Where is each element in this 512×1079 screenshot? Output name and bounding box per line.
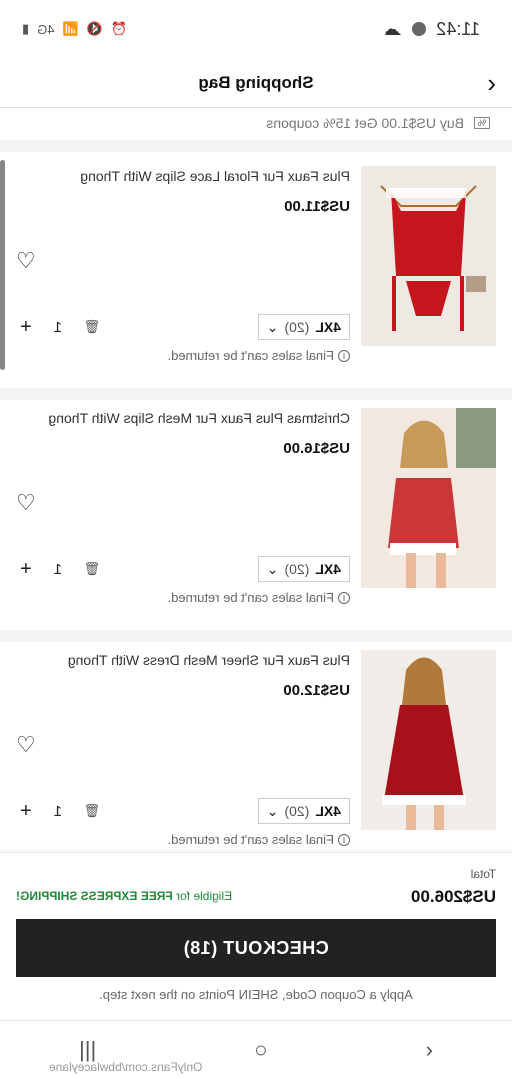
divider <box>0 630 512 642</box>
cart-item: Plus Faux Fur Floral Lace Slips With Tho… <box>0 158 512 388</box>
quantity-stepper: 🗑 1 + <box>20 316 101 339</box>
item-info: Plus Faux Fur Sheer Mesh Dress With Thon… <box>20 652 350 699</box>
total-label: Total <box>470 867 496 881</box>
quantity-value: 1 <box>53 560 63 578</box>
back-nav-icon[interactable]: ‹ <box>426 1037 433 1063</box>
product-image[interactable] <box>361 408 496 588</box>
final-sale-text: Final sales can't be returned. <box>167 832 334 847</box>
status-time: 11:42 <box>436 18 480 39</box>
item-controls: 4XL (20) ⌄ 🗑 1 + <box>20 556 350 582</box>
back-chevron-icon[interactable]: ‹ <box>487 68 496 99</box>
increment-button[interactable]: + <box>20 800 32 823</box>
size-value: 4XL <box>315 803 341 819</box>
edge-panel-handle[interactable] <box>0 160 5 370</box>
mute-icon: 🔇 <box>86 21 103 36</box>
quantity-value: 1 <box>53 802 63 820</box>
info-icon: i <box>338 833 350 846</box>
divider <box>0 388 512 400</box>
watermark: OnlyFans.com/bbwlaceylane <box>48 1060 202 1074</box>
size-count: (20) <box>284 319 310 335</box>
info-icon: i <box>338 591 350 604</box>
status-bar: 11:42 ☁ ⏰ 🔇 📶 4G ▮ <box>0 0 512 58</box>
cart-item: Christmas Plus Faux Fur Mesh Slips With … <box>0 400 512 630</box>
page-header: ‹ Shopping Bag <box>0 58 512 108</box>
item-price: US$11.00 <box>284 198 350 215</box>
size-select[interactable]: 4XL (20) ⌄ <box>257 314 350 340</box>
network-type: 4G <box>37 21 55 37</box>
chevron-down-icon: ⌄ <box>266 802 279 819</box>
trash-icon[interactable]: 🗑 <box>84 319 101 335</box>
final-sale-text: Final sales can't be returned. <box>167 590 334 605</box>
item-info: Plus Faux Fur Floral Lace Slips With Tho… <box>20 168 350 215</box>
final-sale-note: i Final sales can't be returned. <box>167 590 350 605</box>
size-value: 4XL <box>315 319 341 335</box>
info-icon: i <box>338 349 350 362</box>
wishlist-heart-icon[interactable]: ♡ <box>16 248 36 274</box>
final-sale-note: i Final sales can't be returned. <box>167 348 350 363</box>
page-title: Shopping Bag <box>198 72 314 92</box>
checkout-button[interactable]: CHECKOUT (18) <box>16 919 496 977</box>
cart-item: Plus Faux Fur Sheer Mesh Dress With Thon… <box>0 642 512 872</box>
size-select[interactable]: 4XL (20) ⌄ <box>257 798 350 824</box>
coupon-text: Buy US$1.00 Get 15% coupons <box>266 115 464 131</box>
product-image[interactable] <box>361 166 496 346</box>
item-name[interactable]: Christmas Plus Faux Fur Mesh Slips With … <box>20 410 350 426</box>
total-value: US$206.00 <box>410 887 496 906</box>
coupon-ticket-icon: % <box>473 117 490 129</box>
shipping-prefix: Eligible for <box>176 889 233 903</box>
checkout-footer: Total US$206.00 Eligible for FREE EXPRES… <box>0 852 512 1020</box>
shipping-bold: FREE EXPRESS SHIPPING! <box>16 889 173 903</box>
alarm-icon: ⏰ <box>110 21 128 36</box>
size-select[interactable]: 4XL (20) ⌄ <box>257 556 350 582</box>
wishlist-heart-icon[interactable]: ♡ <box>16 490 36 516</box>
wishlist-heart-icon[interactable]: ♡ <box>16 732 36 758</box>
messenger-icon <box>412 22 427 36</box>
size-value: 4XL <box>315 561 341 577</box>
quantity-value: 1 <box>53 318 63 336</box>
shipping-eligibility: Eligible for FREE EXPRESS SHIPPING! <box>16 889 232 903</box>
trash-icon[interactable]: 🗑 <box>84 803 101 819</box>
product-image[interactable] <box>361 650 496 830</box>
item-controls: 4XL (20) ⌄ 🗑 1 + <box>20 314 350 340</box>
item-controls: 4XL (20) ⌄ 🗑 1 + <box>20 798 350 824</box>
item-name[interactable]: Plus Faux Fur Floral Lace Slips With Tho… <box>20 168 350 184</box>
app-screen: 11:42 ☁ ⏰ 🔇 📶 4G ▮ ‹ Shopping Bag % Buy … <box>0 0 512 1079</box>
cloud-icon: ☁ <box>384 18 403 39</box>
coupon-hint: Apply a Coupon Code, SHEIN Points on the… <box>99 987 413 1002</box>
divider <box>0 140 512 152</box>
battery-icon: ▮ <box>22 21 30 36</box>
item-name[interactable]: Plus Faux Fur Sheer Mesh Dress With Thon… <box>20 652 350 668</box>
item-price: US$16.00 <box>283 440 350 457</box>
wifi-icon: 📶 <box>62 21 79 36</box>
item-price: US$12.00 <box>283 682 350 699</box>
quantity-stepper: 🗑 1 + <box>20 558 101 581</box>
size-count: (20) <box>284 803 310 819</box>
coupon-banner[interactable]: % Buy US$1.00 Get 15% coupons <box>0 110 512 136</box>
home-nav-icon[interactable]: ○ <box>254 1037 267 1063</box>
increment-button[interactable]: + <box>20 316 32 339</box>
increment-button[interactable]: + <box>20 558 32 581</box>
trash-icon[interactable]: 🗑 <box>84 561 101 577</box>
final-sale-text: Final sales can't be returned. <box>167 348 334 363</box>
item-info: Christmas Plus Faux Fur Mesh Slips With … <box>20 410 350 457</box>
chevron-down-icon: ⌄ <box>266 318 279 335</box>
final-sale-note: i Final sales can't be returned. <box>167 832 350 847</box>
quantity-stepper: 🗑 1 + <box>20 800 101 823</box>
size-count: (20) <box>284 561 310 577</box>
chevron-down-icon: ⌄ <box>266 560 279 577</box>
